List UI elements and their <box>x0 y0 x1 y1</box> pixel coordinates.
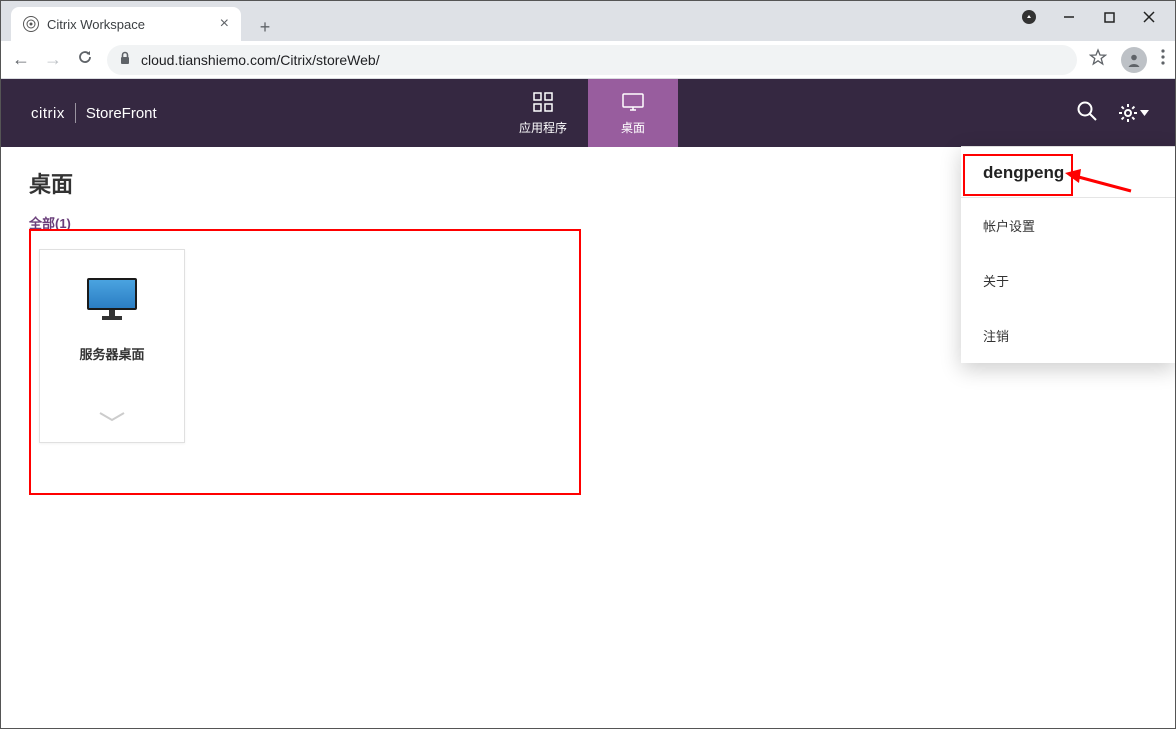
brand-product: StoreFront <box>86 105 157 122</box>
nav-desktops[interactable]: 桌面 <box>588 79 678 147</box>
chrome-account-icon[interactable] <box>1011 3 1047 31</box>
browser-menu-icon[interactable] <box>1161 49 1165 70</box>
dropdown-account-settings[interactable]: 帐户设置 <box>961 198 1175 253</box>
dropdown-pointer-icon <box>1135 160 1153 169</box>
window-minimize-icon[interactable] <box>1051 3 1087 31</box>
tab-strip: Citrix Workspace × + <box>1 1 1175 41</box>
desktop-monitor-icon <box>87 278 137 310</box>
brand: citrix StoreFront <box>1 103 157 123</box>
nav-desktops-label: 桌面 <box>621 119 645 136</box>
dropdown-username: dengpeng <box>961 147 1175 198</box>
lock-icon <box>119 51 131 68</box>
dropdown-about[interactable]: 关于 <box>961 253 1175 308</box>
new-tab-button[interactable]: + <box>251 13 279 41</box>
tab-favicon-icon <box>23 16 39 32</box>
primary-nav: 应用程序 桌面 <box>498 79 678 147</box>
nav-forward-button[interactable]: → <box>43 49 63 70</box>
user-dropdown: dengpeng 帐户设置 关于 注销 <box>961 146 1175 363</box>
desktop-monitor-icon <box>621 91 645 113</box>
nav-apps[interactable]: 应用程序 <box>498 79 588 147</box>
profile-avatar-icon[interactable] <box>1121 47 1147 73</box>
tab-close-icon[interactable]: × <box>220 15 229 33</box>
tab-title: Citrix Workspace <box>47 17 145 32</box>
search-icon[interactable] <box>1076 100 1098 127</box>
browser-tab[interactable]: Citrix Workspace × <box>11 7 241 41</box>
browser-toolbar: ← → cloud.tianshiemo.com/Citrix/storeWeb… <box>1 41 1175 79</box>
brand-separator <box>75 103 76 123</box>
header-right <box>1076 100 1175 127</box>
settings-menu-button[interactable] <box>1118 103 1149 123</box>
window-close-icon[interactable] <box>1131 3 1167 31</box>
dropdown-logout[interactable]: 注销 <box>961 308 1175 363</box>
caret-down-icon <box>1140 110 1149 116</box>
brand-logo: citrix <box>31 105 65 122</box>
toolbar-right <box>1089 47 1165 73</box>
browser-chrome: Citrix Workspace × + ← → cloud.tianshiem… <box>1 1 1175 79</box>
nav-reload-button[interactable] <box>75 49 95 70</box>
apps-grid-icon <box>532 91 554 113</box>
desktop-card[interactable]: 服务器桌面 <box>39 249 185 443</box>
address-bar[interactable]: cloud.tianshiemo.com/Citrix/storeWeb/ <box>107 45 1077 75</box>
bookmark-star-icon[interactable] <box>1089 48 1107 71</box>
nav-apps-label: 应用程序 <box>519 119 567 136</box>
nav-back-button[interactable]: ← <box>11 49 31 70</box>
gear-icon <box>1118 103 1138 123</box>
window-maximize-icon[interactable] <box>1091 3 1127 31</box>
app-header: citrix StoreFront 应用程序 桌面 <box>1 79 1175 147</box>
url-text: cloud.tianshiemo.com/Citrix/storeWeb/ <box>141 52 380 68</box>
desktop-card-label: 服务器桌面 <box>79 344 144 363</box>
window-controls <box>1011 1 1175 33</box>
card-expand-icon[interactable] <box>98 410 126 428</box>
